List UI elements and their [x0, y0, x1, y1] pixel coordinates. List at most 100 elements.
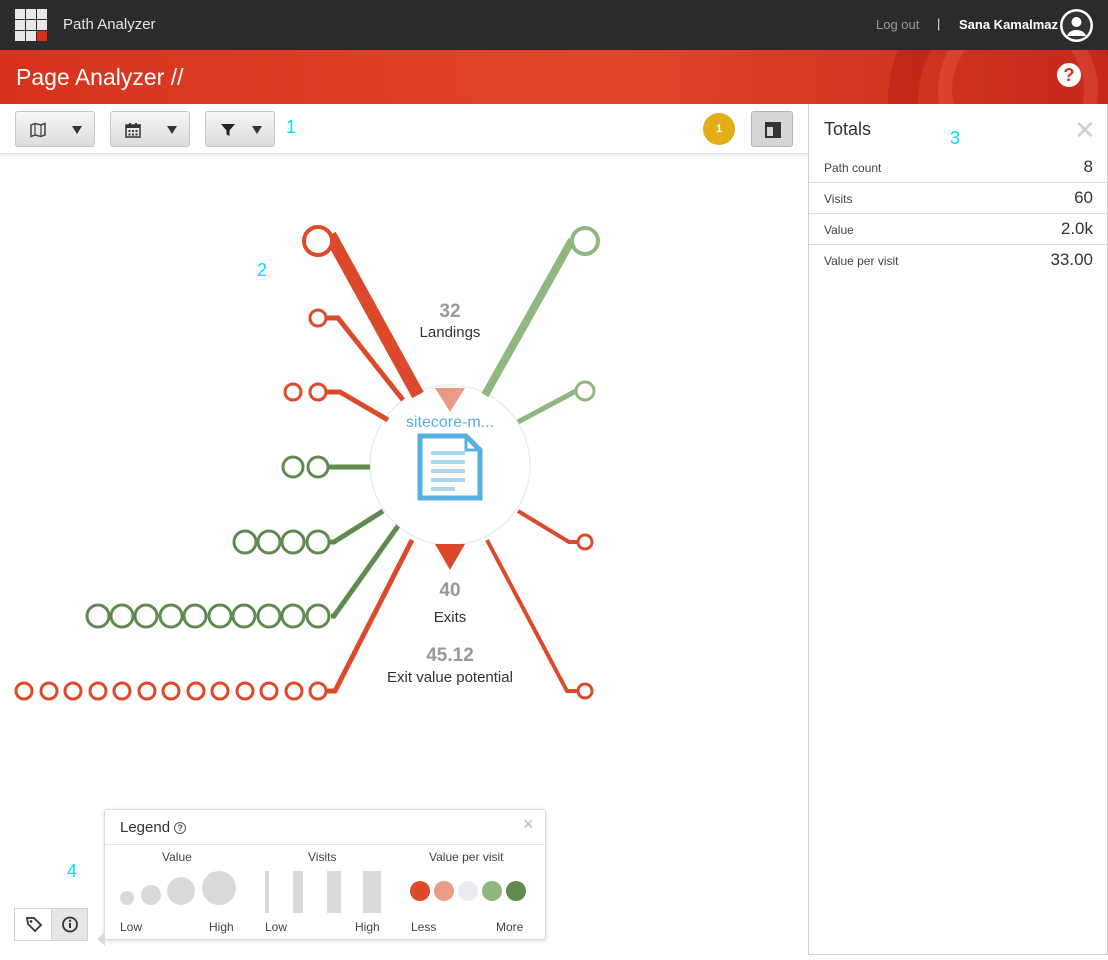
legend-swatches — [120, 871, 526, 913]
legend-visits-swatch — [327, 871, 341, 913]
tags-button[interactable] — [15, 909, 51, 940]
legend-vpv-less: Less — [411, 920, 437, 934]
document-icon — [417, 433, 483, 501]
totals-row-value: 8 — [1083, 157, 1093, 176]
help-icon[interactable]: ? — [1057, 63, 1081, 87]
path-node-chain[interactable] — [14, 681, 328, 701]
annotation-4: 4 — [67, 861, 78, 881]
totals-row-label: Value per visit — [824, 254, 899, 268]
path-node[interactable] — [576, 682, 594, 700]
path-node[interactable] — [308, 382, 328, 402]
filter-icon — [221, 124, 235, 136]
totals-row: Value 2.0k — [809, 214, 1107, 245]
path-node[interactable] — [574, 380, 596, 402]
page-header: Page Analyzer // ? — [0, 50, 1108, 104]
path-node[interactable] — [302, 225, 334, 257]
totals-row-value: 33.00 — [1050, 250, 1093, 269]
totals-row: Path count 8 — [809, 152, 1107, 183]
annotation-1: 1 — [286, 117, 297, 137]
notification-badge[interactable]: 1 — [703, 113, 735, 145]
date-dropdown-button[interactable] — [110, 111, 190, 147]
legend-visits-swatch — [265, 871, 269, 913]
bottom-toolbar — [14, 908, 88, 941]
exits-label: Exits — [434, 609, 467, 626]
exit-value-potential-label: Exit value potential — [387, 669, 513, 686]
path-line[interactable] — [329, 508, 385, 545]
close-icon[interactable]: ✕ — [1074, 117, 1096, 143]
chevron-down-icon — [72, 126, 82, 134]
filter-dropdown-button[interactable] — [205, 111, 275, 147]
path-line[interactable] — [516, 509, 577, 544]
legend-value-low: Low — [120, 920, 143, 934]
panel-toggle-button[interactable] — [751, 111, 793, 147]
landings-value: 32 — [439, 301, 460, 322]
path-node-chain[interactable] — [232, 529, 331, 555]
landings-label: Landings — [420, 324, 481, 341]
path-node[interactable] — [281, 455, 305, 479]
divider — [105, 844, 545, 845]
legend-visits-swatch — [363, 871, 381, 913]
legend-vpv-heading: Value per visit — [429, 850, 504, 864]
legend-vpv-swatch — [434, 881, 454, 901]
app-launcher-icon[interactable] — [15, 9, 47, 41]
annotation-2: 2 — [257, 260, 268, 280]
path-node-chain[interactable] — [85, 603, 331, 629]
legend-value-swatch — [141, 885, 161, 905]
totals-row-value: 2.0k — [1060, 219, 1093, 238]
toolbar — [0, 104, 808, 154]
totals-row-label: Visits — [824, 192, 853, 206]
totals-row: Visits 60 — [809, 183, 1107, 214]
info-icon — [62, 916, 78, 933]
tag-icon — [25, 917, 43, 933]
legend-visits-swatch — [293, 871, 303, 913]
legend-visits-heading: Visits — [308, 850, 337, 864]
info-button[interactable] — [51, 909, 87, 940]
legend-vpv-swatch — [482, 881, 502, 901]
avatar[interactable] — [1060, 9, 1093, 42]
totals-row-label: Value — [824, 223, 854, 237]
path-line[interactable] — [481, 238, 576, 397]
exits-arrow-icon — [435, 544, 465, 570]
totals-panel: Totals ✕ Path count 8 Visits 60 Value 2.… — [808, 104, 1108, 955]
legend-vpv-swatch — [506, 881, 526, 901]
calendar-icon — [125, 123, 141, 138]
separator: | — [937, 16, 941, 31]
help-icon[interactable]: ? — [174, 822, 186, 834]
top-bar: Path Analyzer Log out | Sana Kamalmaz — [0, 0, 1108, 50]
path-line[interactable] — [516, 388, 578, 425]
path-node[interactable] — [306, 455, 330, 479]
page-title: Page Analyzer // — [16, 64, 184, 90]
app-name: Path Analyzer — [63, 16, 156, 33]
path-line[interactable] — [326, 389, 390, 423]
logout-link[interactable]: Log out — [876, 17, 919, 32]
chevron-down-icon — [167, 126, 177, 134]
legend-panel: Legend ? × Value Visits Value per visit … — [97, 809, 546, 946]
map-dropdown-button[interactable] — [15, 111, 95, 147]
totals-row-value: 60 — [1074, 188, 1093, 207]
legend-vpv-swatch — [458, 881, 478, 901]
map-icon — [30, 122, 46, 138]
legend-value-swatch — [120, 891, 134, 905]
center-node-label[interactable]: sitecore-m... — [406, 414, 494, 431]
exits-value: 40 — [439, 580, 460, 601]
legend-value-swatch — [167, 877, 195, 905]
legend-value-heading: Value — [162, 850, 192, 864]
user-avatar-icon — [1062, 11, 1091, 40]
close-icon[interactable]: × — [523, 814, 534, 835]
totals-row: Value per visit 33.00 — [809, 245, 1107, 276]
path-line[interactable] — [324, 231, 424, 399]
legend-vpv-more: More — [496, 920, 524, 934]
path-node[interactable] — [576, 533, 594, 551]
legend-value-high: High — [209, 920, 234, 934]
legend-visits-low: Low — [265, 920, 288, 934]
legend-value-swatch — [202, 871, 236, 905]
totals-row-label: Path count — [824, 161, 882, 175]
path-node[interactable] — [283, 382, 303, 402]
user-name[interactable]: Sana Kamalmaz — [959, 17, 1058, 32]
chevron-down-icon — [252, 126, 262, 134]
legend-visits-high: High — [355, 920, 380, 934]
legend-vpv-swatch — [410, 881, 430, 901]
legend-title: Legend — [120, 819, 171, 836]
path-node[interactable] — [570, 226, 600, 256]
path-node[interactable] — [308, 308, 328, 328]
